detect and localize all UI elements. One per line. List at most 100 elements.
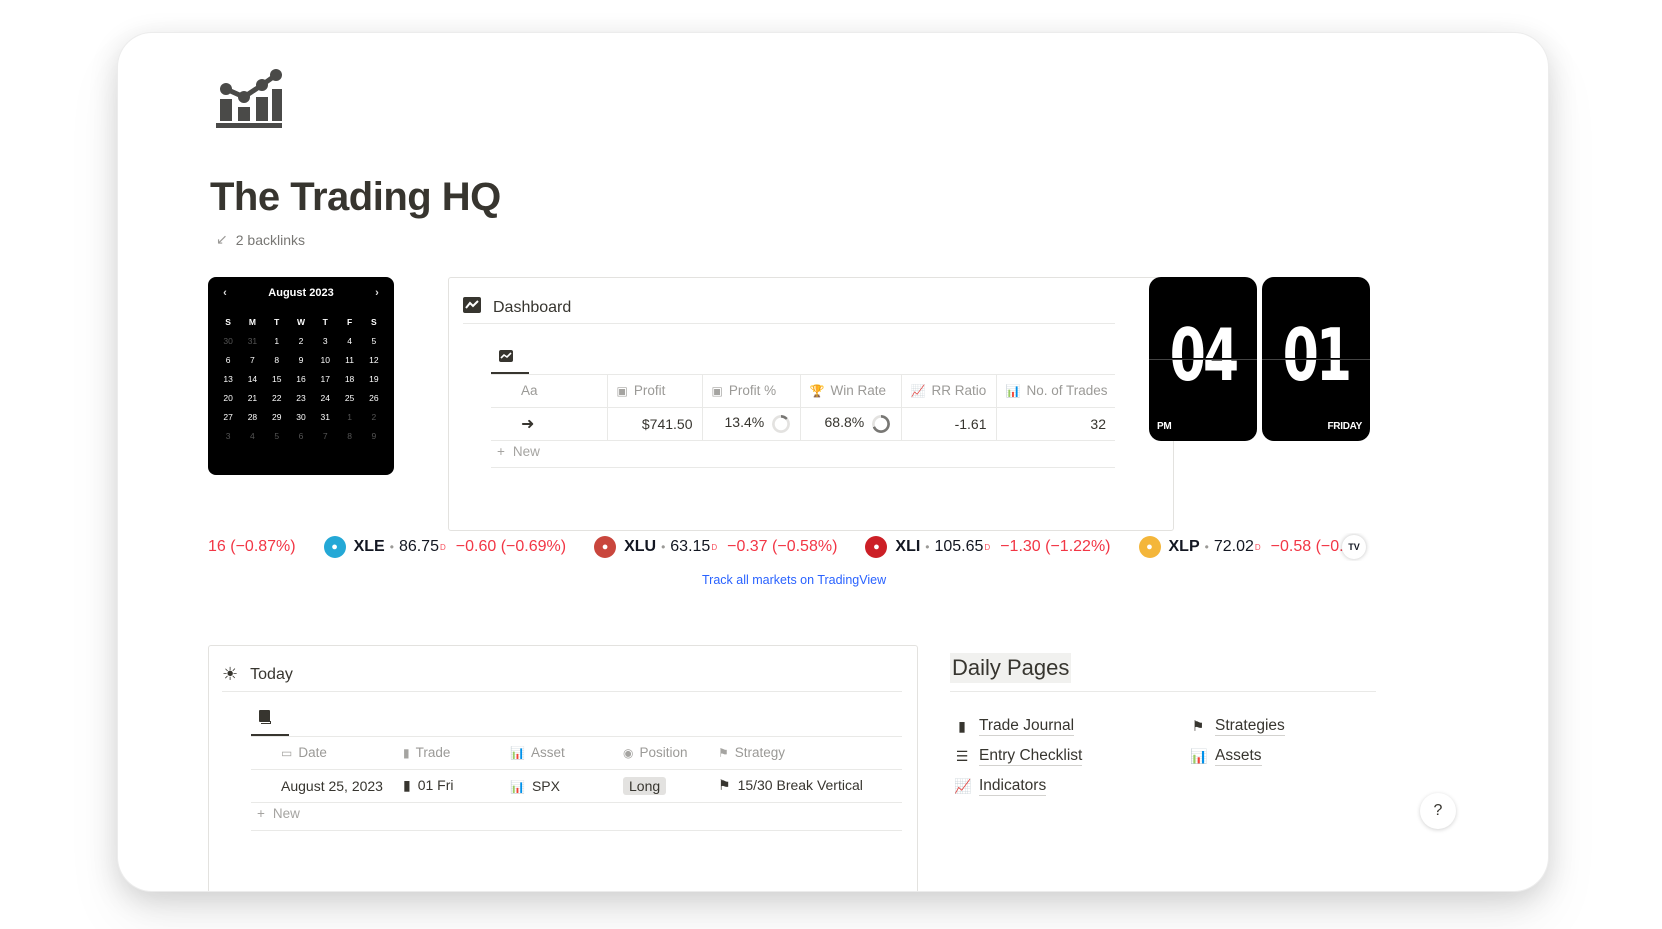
ticker-partial[interactable]: 16 (−0.87%) (208, 538, 296, 556)
calendar-day[interactable]: 31 (240, 336, 264, 346)
column-strategy[interactable]: ⚑ Strategy (709, 737, 902, 770)
trade-cell[interactable]: ▮ 01 Fri (394, 769, 501, 803)
calendar-day[interactable]: 18 (337, 374, 361, 384)
calendar-day[interactable]: 26 (362, 393, 386, 403)
calendar-day[interactable]: 1 (337, 412, 361, 422)
table-row[interactable]: ➜ $741.50 13.4% 68.8% -1.61 32 (491, 407, 1115, 441)
today-title[interactable]: Today (250, 666, 293, 684)
calendar-day[interactable]: 20 (216, 393, 240, 403)
calendar-day[interactable]: 27 (216, 412, 240, 422)
trading-chart-icon[interactable] (214, 67, 288, 131)
calendar-day[interactable]: 11 (337, 355, 361, 365)
calendar-day[interactable]: 24 (313, 393, 337, 403)
link-entry-checklist[interactable]: ☰ Entry Checklist (954, 747, 1083, 766)
column-date[interactable]: ▭ Date (251, 737, 394, 770)
table-row[interactable]: August 25, 2023 ▮ 01 Fri 📊 SPX Long ⚑ 15/30… (251, 769, 902, 803)
profit-pct-cell[interactable]: 13.4% (702, 407, 801, 441)
position-cell[interactable]: Long (614, 769, 709, 803)
calendar-day[interactable]: 3 (216, 431, 240, 441)
view-book-icon[interactable] (259, 710, 271, 727)
column-trades[interactable]: 📊 No. of Trades (996, 375, 1115, 408)
backlinks[interactable]: ↙ 2 backlinks (216, 231, 305, 248)
strategy-cell[interactable]: ⚑ 15/30 Break Vertical (709, 769, 902, 803)
column-position[interactable]: ◉ Position (614, 737, 709, 770)
link-assets[interactable]: 📊 Assets (1190, 747, 1262, 766)
calendar-day[interactable]: 6 (216, 355, 240, 365)
calendar-day[interactable]: 30 (216, 336, 240, 346)
column-trade[interactable]: ▮ Trade (394, 737, 501, 770)
link-indicators[interactable]: 📈 Indicators (954, 777, 1047, 796)
link-strategies[interactable]: ⚑ Strategies (1190, 717, 1285, 736)
ticker-item[interactable]: ● XLU • 63.15 D −0.37 (−0.58%) (594, 536, 837, 558)
calendar-day[interactable]: 6 (289, 431, 313, 441)
tradingview-link[interactable]: Track all markets on TradingView (702, 573, 886, 587)
tradingview-logo-icon[interactable]: TV (1342, 535, 1366, 559)
calendar-day-of-week: T (322, 317, 328, 327)
view-chart-icon[interactable] (499, 350, 513, 365)
sun-icon: ☀ (222, 664, 239, 684)
ticker-tape[interactable]: 16 (−0.87%) ● XLE • 86.75 D −0.60 (−0.69%) ● XL… (208, 533, 1370, 561)
calendar-widget: ‹ August 2023 › S M T W T F S 30 31 1 2 3 4 5 6 7 8 9 10 11… (208, 277, 394, 475)
ticker-change: −0.58 (−0.8 (1270, 538, 1353, 555)
calendar-day[interactable]: 19 (362, 374, 386, 384)
calendar-day[interactable]: 29 (265, 412, 289, 422)
area-chart-icon: 📈 (954, 778, 972, 794)
calendar-day[interactable]: 10 (313, 355, 337, 365)
dashboard-title[interactable]: Dashboard (493, 299, 571, 317)
column-profit-pct[interactable]: ▣ Profit % (702, 375, 801, 408)
ticker-item[interactable]: ● XLI • 105.65 D −1.30 (−1.22%) (865, 536, 1111, 558)
calendar-day[interactable]: 2 (362, 412, 386, 422)
ticker-item[interactable]: ● XLE • 86.75 D −0.60 (−0.69%) (323, 536, 566, 558)
calendar-day[interactable]: 8 (337, 431, 361, 441)
row-name-cell[interactable]: ➜ (491, 407, 608, 441)
calendar-day[interactable]: 1 (265, 336, 289, 346)
calendar-day[interactable]: 15 (265, 374, 289, 384)
money-icon: ▣ (616, 384, 628, 399)
column-win-rate[interactable]: 🏆 Win Rate (800, 375, 902, 408)
calendar-day[interactable]: 21 (240, 393, 264, 403)
column-name[interactable]: Aa (491, 375, 608, 408)
calendar-day[interactable]: 25 (337, 393, 361, 403)
calendar-day[interactable]: 7 (313, 431, 337, 441)
column-profit[interactable]: ▣ Profit (607, 375, 703, 408)
calendar-day[interactable]: 4 (240, 431, 264, 441)
link-trade-journal[interactable]: ▮ Trade Journal (954, 717, 1075, 736)
calendar-day[interactable]: 9 (362, 431, 386, 441)
calendar-day[interactable]: 14 (240, 374, 264, 384)
calendar-day[interactable]: 22 (265, 393, 289, 403)
calendar-day[interactable]: 4 (337, 336, 361, 346)
date-cell[interactable]: August 25, 2023 (251, 769, 394, 803)
calendar-prev-icon[interactable]: ‹ (218, 287, 232, 299)
chart-icon: 📊 (510, 746, 525, 761)
calendar-day[interactable]: 5 (362, 336, 386, 346)
page-title[interactable]: The Trading HQ (210, 175, 501, 220)
ticker-item[interactable]: ● XLP • 72.02 D −0.58 (−0.8 (1138, 536, 1353, 558)
calendar-day[interactable]: 30 (289, 412, 313, 422)
column-asset[interactable]: 📊 Asset (501, 737, 614, 770)
calendar-day[interactable]: 7 (240, 355, 264, 365)
calendar-day[interactable]: 9 (289, 355, 313, 365)
calendar-day[interactable]: 16 (289, 374, 313, 384)
new-row-button[interactable]: + New (257, 806, 300, 821)
column-rr-ratio[interactable]: 📈 RR Ratio (901, 375, 997, 408)
asset-cell[interactable]: 📊 SPX (501, 769, 614, 803)
help-button[interactable]: ? (1420, 793, 1456, 829)
calendar-day[interactable]: 17 (313, 374, 337, 384)
daily-pages-heading[interactable]: Daily Pages (950, 653, 1072, 683)
calendar-next-icon[interactable]: › (370, 287, 384, 299)
calendar-day[interactable]: 31 (313, 412, 337, 422)
calendar-day[interactable]: 8 (265, 355, 289, 365)
new-row-button[interactable]: + New (497, 444, 540, 459)
calendar-day[interactable]: 28 (240, 412, 264, 422)
calendar-day[interactable]: 13 (216, 374, 240, 384)
rr-ratio-cell[interactable]: -1.61 (901, 407, 997, 441)
calendar-day[interactable]: 23 (289, 393, 313, 403)
calendar-day[interactable]: 12 (362, 355, 386, 365)
calendar-day[interactable]: 3 (313, 336, 337, 346)
select-icon: ◉ (623, 746, 634, 761)
calendar-day[interactable]: 2 (289, 336, 313, 346)
calendar-day[interactable]: 5 (265, 431, 289, 441)
win-rate-cell[interactable]: 68.8% (800, 407, 902, 441)
trades-cell[interactable]: 32 (996, 407, 1115, 441)
profit-cell[interactable]: $741.50 (607, 407, 703, 441)
